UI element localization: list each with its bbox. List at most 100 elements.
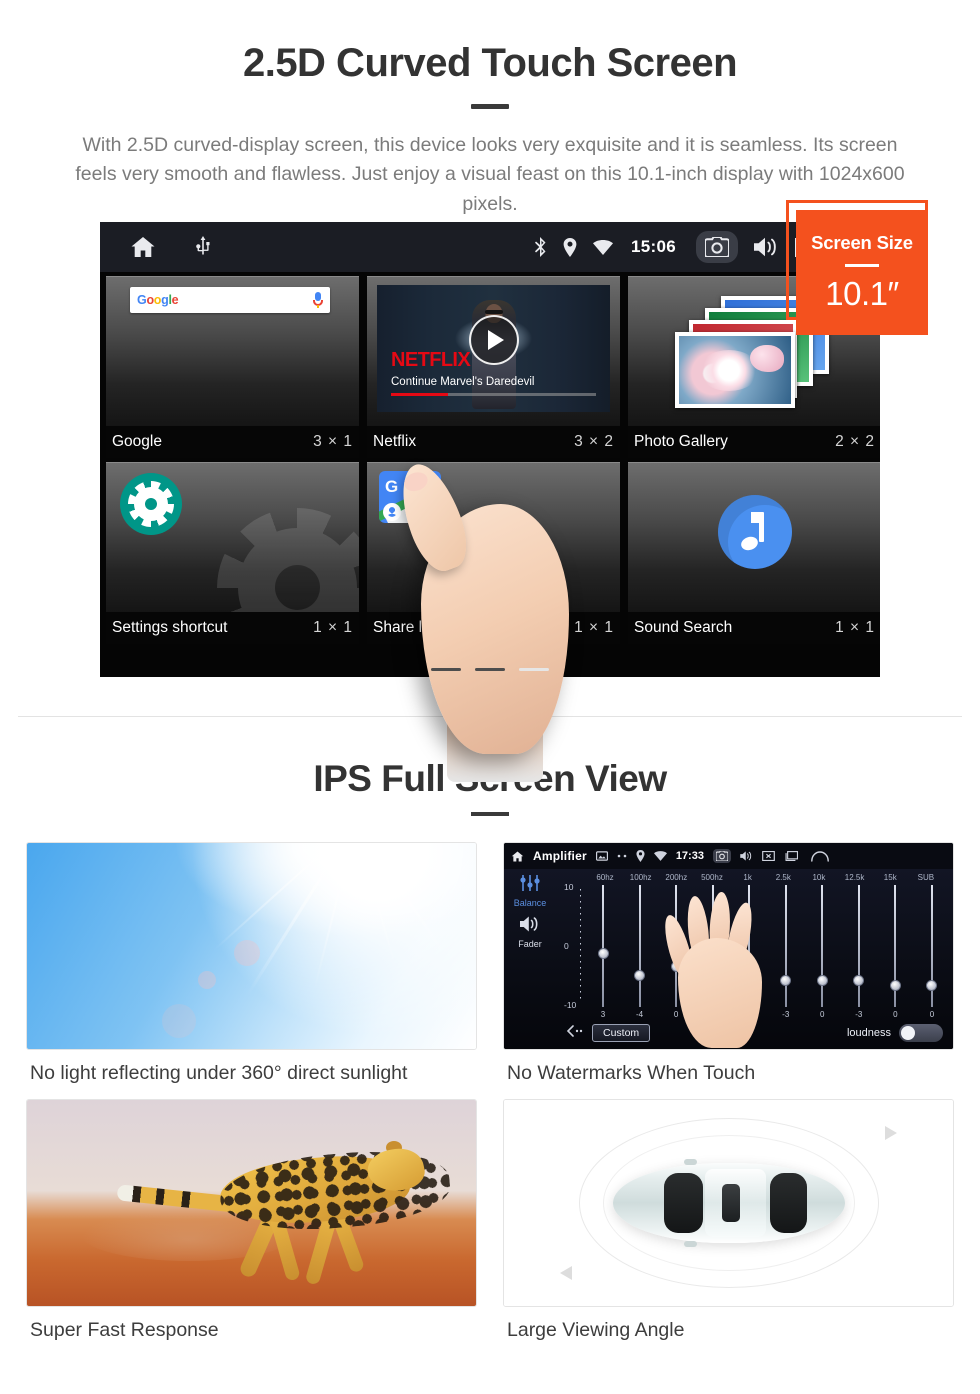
wifi-icon	[593, 239, 614, 255]
hand-illustration	[659, 891, 770, 1049]
recents-icon[interactable]	[784, 851, 798, 861]
card-no-watermarks: Amplifier 17:33 Balance Fader 60hz 100hz…	[503, 842, 954, 1085]
blossom-bud	[750, 345, 784, 373]
gear-watermark-icon	[217, 507, 359, 612]
google-logo: Google	[137, 293, 179, 307]
badge-divider	[845, 264, 879, 267]
eq-slider-12-5k[interactable]	[846, 885, 872, 1007]
fader-label[interactable]: Fader	[518, 939, 542, 949]
widget-size: 1 × 1	[313, 619, 353, 636]
eq-slider-10k[interactable]	[809, 885, 835, 1007]
car-body	[612, 1159, 845, 1247]
google-maps-icon: G	[379, 471, 441, 523]
card-caption: No light reflecting under 360° direct su…	[30, 1062, 408, 1084]
status-bar-left	[100, 236, 210, 258]
running-cheetah-photo	[26, 1099, 477, 1307]
photo-blossom	[674, 331, 795, 408]
band-label: 500hz	[701, 873, 723, 882]
section2-rule	[471, 812, 509, 816]
page-indicator[interactable]	[100, 668, 880, 671]
scale-ticks	[580, 889, 581, 1003]
eq-slider-100hz[interactable]	[627, 885, 653, 1007]
band-value: -3	[782, 1010, 790, 1019]
band-label: 60hz	[596, 873, 614, 882]
lens-flare-3	[161, 1003, 196, 1038]
section-divider	[18, 716, 962, 717]
widget-sound-search[interactable]: Sound Search 1 × 1	[628, 462, 880, 644]
widget-row-2: Settings shortcut 1 × 1 G Share location…	[106, 462, 880, 644]
home-icon[interactable]	[511, 851, 524, 862]
widget-name: Google	[112, 433, 162, 450]
camera-icon[interactable]	[696, 231, 738, 263]
widget-netflix[interactable]: NETFLIX Continue Marvel's Daredevil Netf…	[367, 276, 620, 458]
windshield-rear	[770, 1172, 808, 1234]
badge-value: 10.1″	[825, 275, 899, 312]
back-arrow-icon[interactable]	[811, 850, 829, 862]
loudness-label: loudness	[846, 1027, 891, 1039]
equalizer-band-labels: 60hz 100hz 200hz 500hz 1k 2.5k 10k 12.5k…	[558, 873, 947, 882]
amplifier-side-panel: Balance Fader	[504, 869, 556, 1049]
lens-flare-2	[197, 970, 216, 989]
home-icon[interactable]	[130, 236, 156, 258]
prev-preset-icon[interactable]	[566, 1024, 584, 1042]
netflix-logo: NETFLIX	[391, 349, 471, 371]
page-dot-3-active[interactable]	[519, 668, 549, 671]
eq-slider-sub[interactable]	[919, 885, 945, 1007]
gallery-icon[interactable]	[595, 851, 608, 861]
volume-icon[interactable]	[740, 851, 753, 861]
eq-slider-60hz[interactable]	[590, 885, 616, 1007]
band-value: 0	[929, 1010, 935, 1019]
orbit-arrow-bottom	[560, 1266, 572, 1280]
camera-icon[interactable]	[712, 849, 731, 863]
widget-size: 1 × 1	[574, 619, 614, 636]
widget-settings-shortcut[interactable]: Settings shortcut 1 × 1	[106, 462, 359, 644]
widget-row-1: Google Google 3 × 1 NETFLIX Continue Mar…	[106, 276, 880, 458]
band-label: 10k	[812, 873, 826, 882]
loudness-toggle[interactable]	[899, 1024, 943, 1042]
widget-netflix-label-bar: Netflix 3 × 2	[367, 426, 620, 458]
widget-size: 1 × 1	[835, 619, 875, 636]
band-label: 15k	[883, 873, 897, 882]
netflix-card: NETFLIX Continue Marvel's Daredevil	[377, 285, 610, 412]
eq-slider-15k[interactable]	[882, 885, 908, 1007]
widget-google-label-bar: Google 3 × 1	[106, 426, 359, 458]
widget-google[interactable]: Google Google 3 × 1	[106, 276, 359, 458]
band-value: 0	[893, 1010, 898, 1019]
product-feature-page: 2.5D Curved Touch Screen With 2.5D curve…	[0, 0, 980, 1394]
side-mirror-right	[684, 1241, 698, 1247]
netflix-progress-bar	[391, 393, 596, 396]
preset-custom-button[interactable]: Custom	[592, 1024, 651, 1042]
bluetooth-icon	[534, 237, 547, 257]
windshield-front	[663, 1172, 703, 1234]
close-icon[interactable]	[762, 851, 775, 861]
eq-slider-2-5k[interactable]	[773, 885, 799, 1007]
balance-icon[interactable]	[518, 875, 542, 896]
band-value: -4	[635, 1010, 644, 1019]
usb-icon[interactable]	[196, 236, 210, 258]
widget-share-location-preview: G	[367, 462, 620, 612]
section2-title: IPS Full Screen View	[313, 758, 667, 799]
microphone-icon[interactable]	[313, 292, 323, 308]
title-rule	[471, 104, 509, 109]
card-caption: Large Viewing Angle	[507, 1319, 685, 1341]
card-no-light-reflecting: No light reflecting under 360° direct su…	[26, 842, 477, 1085]
balance-label[interactable]: Balance	[514, 898, 547, 908]
band-label: 200hz	[665, 873, 688, 882]
page-dot-1[interactable]	[431, 668, 461, 671]
widget-share-location-label-bar: Share location 1 × 1	[367, 612, 620, 644]
location-icon	[636, 850, 645, 862]
page-dot-2[interactable]	[475, 668, 505, 671]
widget-share-location[interactable]: G Share location 1 × 1	[367, 462, 620, 644]
google-search-bar[interactable]: Google	[130, 287, 330, 313]
amplifier-ui: Amplifier 17:33 Balance Fader 60hz 100hz…	[504, 843, 953, 1049]
cheetah-scene	[27, 1100, 476, 1306]
side-mirror-left	[684, 1159, 698, 1165]
card-caption: No Watermarks When Touch	[507, 1062, 756, 1084]
widget-size: 3 × 1	[313, 433, 353, 450]
fader-icon[interactable]	[518, 916, 542, 937]
more-icon[interactable]	[617, 854, 627, 858]
play-button-icon[interactable]	[468, 314, 519, 365]
widget-name: Share location	[373, 619, 473, 636]
band-value: 3	[600, 1010, 606, 1019]
volume-icon[interactable]	[754, 237, 779, 257]
